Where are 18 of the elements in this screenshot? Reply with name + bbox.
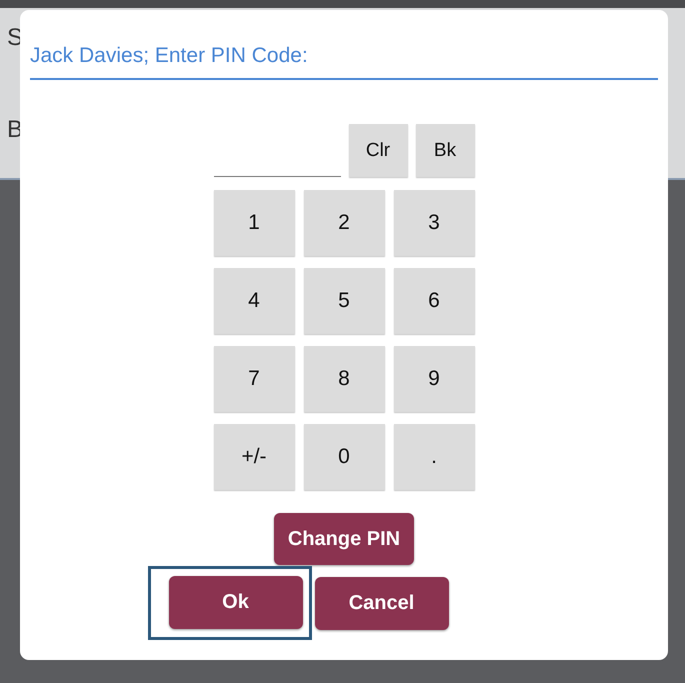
ok-button[interactable]: Ok: [168, 576, 302, 629]
keypad-key[interactable]: +/-: [214, 424, 294, 490]
change-pin-button[interactable]: Change PIN: [274, 513, 414, 565]
keypad-key[interactable]: 0: [304, 424, 384, 490]
keypad-key[interactable]: 2: [304, 190, 384, 256]
keypad-key[interactable]: 9: [394, 346, 474, 412]
keypad-key[interactable]: 5: [304, 268, 384, 334]
keypad-key[interactable]: 3: [394, 190, 474, 256]
keypad-key[interactable]: 4: [214, 268, 294, 334]
keypad-key[interactable]: 6: [394, 268, 474, 334]
edit-key[interactable]: Bk: [416, 124, 474, 177]
keypad-key[interactable]: 1: [214, 190, 294, 256]
dialog-title: Jack Davies; Enter PIN Code:: [30, 42, 658, 80]
keypad-key[interactable]: 7: [214, 346, 294, 412]
cancel-button[interactable]: Cancel: [314, 576, 448, 630]
keypad-key[interactable]: .: [394, 424, 474, 490]
edit-key[interactable]: Clr: [348, 124, 408, 177]
keypad-key[interactable]: 8: [304, 346, 384, 412]
